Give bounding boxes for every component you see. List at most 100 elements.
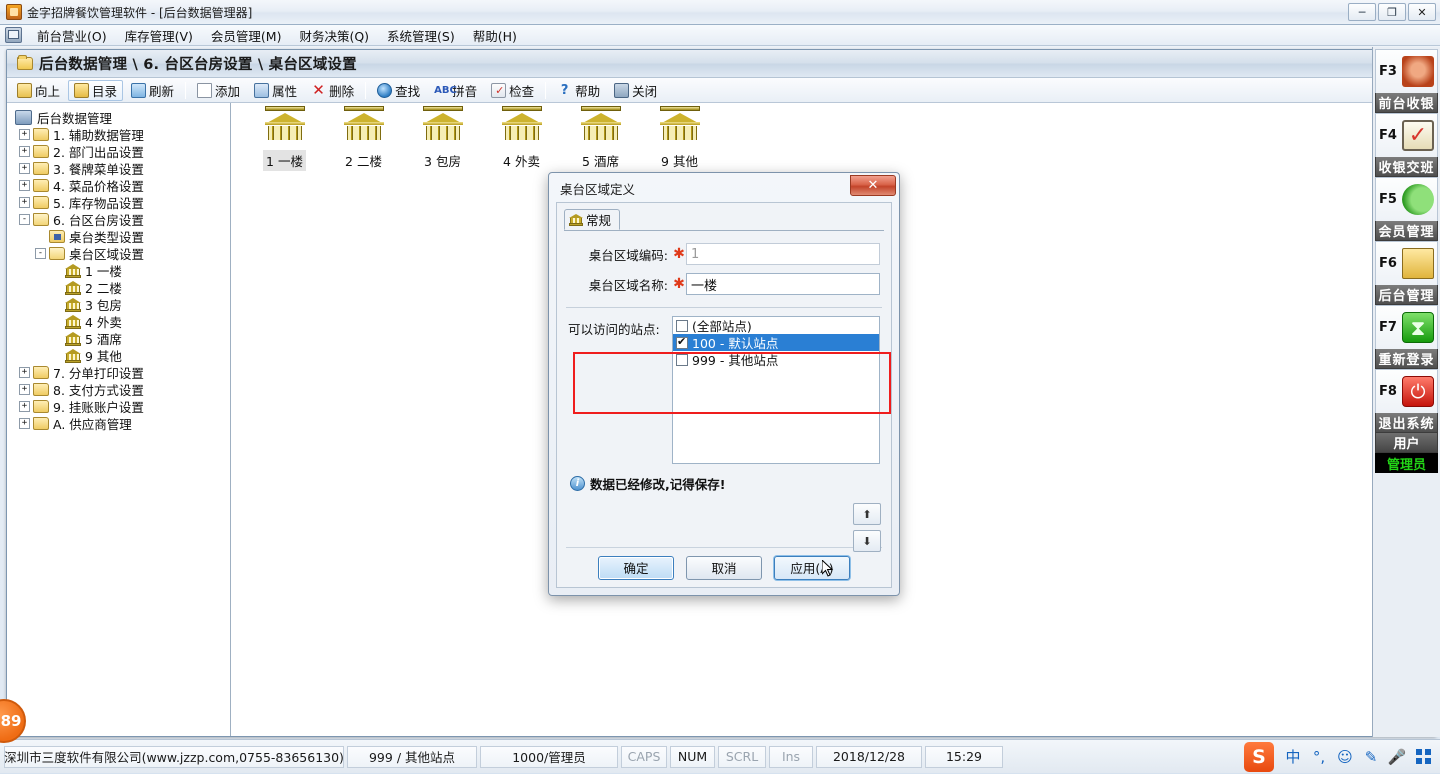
function-key-label[interactable]: 后台管理: [1375, 285, 1438, 305]
menu-item-finance[interactable]: 财务决策(Q): [290, 24, 378, 47]
tab-general[interactable]: 常规: [564, 209, 620, 230]
status-scrl: SCRL: [718, 746, 766, 768]
arrow-up-icon[interactable]: ⬆: [853, 503, 881, 525]
toolbar-button-check[interactable]: 检查: [485, 80, 540, 101]
function-key-button-f4[interactable]: F4: [1375, 113, 1438, 157]
field-label-code: 桌台区域编码:: [568, 245, 672, 264]
expand-icon[interactable]: +: [19, 129, 30, 140]
function-key-label[interactable]: 重新登录: [1375, 349, 1438, 369]
menu-item-help[interactable]: 帮助(H): [464, 24, 526, 47]
sogou-logo-icon[interactable]: S: [1244, 742, 1274, 772]
close-door-icon: [614, 83, 629, 98]
tree-node[interactable]: 2 二楼: [13, 279, 230, 296]
toolbar-button-help[interactable]: ? 帮助: [551, 80, 606, 101]
area-name-input[interactable]: [686, 273, 880, 295]
expand-icon[interactable]: +: [19, 180, 30, 191]
tree-node[interactable]: 桌台类型设置: [13, 228, 230, 245]
emoji-icon[interactable]: ☺: [1332, 744, 1358, 770]
toolbar-button-properties[interactable]: 属性: [248, 80, 303, 101]
toolbar-button-directory[interactable]: 目录: [68, 80, 123, 101]
tree-node[interactable]: +7. 分单打印设置: [13, 364, 230, 381]
cancel-button[interactable]: 取消: [686, 556, 762, 580]
function-key-label[interactable]: 收银交班: [1375, 157, 1438, 177]
list-item[interactable]: 9 其他: [640, 113, 719, 171]
microphone-icon[interactable]: 🎤: [1384, 744, 1410, 770]
tree-node[interactable]: -6. 台区台房设置: [13, 211, 230, 228]
toolbar-button-delete[interactable]: ✕ 删除: [305, 80, 360, 101]
list-item[interactable]: 1 一楼: [245, 113, 324, 171]
window-restore-button[interactable]: ❐: [1378, 3, 1406, 21]
tree-node[interactable]: +3. 餐牌菜单设置: [13, 160, 230, 177]
expand-icon[interactable]: +: [19, 197, 30, 208]
tree-node[interactable]: 5 酒席: [13, 330, 230, 347]
station-list-item[interactable]: 999 - 其他站点: [673, 351, 879, 368]
navigation-tree[interactable]: 后台数据管理 +1. 辅助数据管理+2. 部门出品设置+3. 餐牌菜单设置+4.…: [7, 103, 231, 736]
station-checkbox[interactable]: [676, 320, 688, 332]
toolbar-button-search[interactable]: 查找: [371, 80, 426, 101]
toolbar-button-add[interactable]: 添加: [191, 80, 246, 101]
tree-node[interactable]: 1 一楼: [13, 262, 230, 279]
function-key-button-f7[interactable]: F7: [1375, 305, 1438, 349]
mdi-system-icon[interactable]: [5, 27, 22, 43]
tree-node[interactable]: +2. 部门出品设置: [13, 143, 230, 160]
station-list-item[interactable]: (全部站点): [673, 317, 879, 334]
menu-item-members[interactable]: 会员管理(M): [202, 24, 291, 47]
toolbar-button-up[interactable]: 向上: [11, 80, 66, 101]
toolbar-button-pinyin[interactable]: ABC 拼音: [428, 80, 483, 101]
function-key-button-f6[interactable]: F6: [1375, 241, 1438, 285]
tree-node[interactable]: 9 其他: [13, 347, 230, 364]
station-list-item[interactable]: 100 - 默认站点: [673, 334, 879, 351]
toolbar-button-close[interactable]: 关闭: [608, 80, 663, 101]
apply-button[interactable]: 应用(A): [774, 556, 850, 580]
punctuation-icon[interactable]: °,: [1306, 744, 1332, 770]
expand-icon[interactable]: +: [19, 163, 30, 174]
menu-item-system[interactable]: 系统管理(S): [378, 24, 464, 47]
tree-node[interactable]: 3 包房: [13, 296, 230, 313]
tree-node[interactable]: 4 外卖: [13, 313, 230, 330]
menu-item-frontdesk[interactable]: 前台营业(O): [28, 24, 116, 47]
collapse-icon[interactable]: -: [19, 214, 30, 225]
ok-button[interactable]: 确定: [598, 556, 674, 580]
function-key-button-f5[interactable]: F5: [1375, 177, 1438, 221]
tree-node[interactable]: +8. 支付方式设置: [13, 381, 230, 398]
function-key-label[interactable]: 前台收银: [1375, 93, 1438, 113]
function-key-button-f8[interactable]: F8: [1375, 369, 1438, 413]
toolbox-grid-icon[interactable]: [1410, 744, 1436, 770]
list-item[interactable]: 2 二楼: [324, 113, 403, 171]
tree-node[interactable]: +5. 库存物品设置: [13, 194, 230, 211]
tree-spacer: [51, 316, 62, 327]
station-list[interactable]: (全部站点)100 - 默认站点999 - 其他站点: [672, 316, 880, 464]
station-checkbox[interactable]: [676, 354, 688, 366]
menu-item-inventory[interactable]: 库存管理(V): [116, 24, 202, 47]
pen-icon[interactable]: ✎: [1358, 744, 1384, 770]
collapse-icon[interactable]: -: [35, 248, 46, 259]
function-key-button-f3[interactable]: F3: [1375, 49, 1438, 93]
tree-root-node[interactable]: 后台数据管理: [13, 109, 230, 126]
list-item[interactable]: 3 包房: [403, 113, 482, 171]
expand-icon[interactable]: +: [19, 384, 30, 395]
area-code-input[interactable]: [686, 243, 880, 265]
toolbar-label: 查找: [395, 81, 420, 100]
arrow-down-icon[interactable]: ⬇: [853, 530, 881, 552]
tree-node[interactable]: + A. 供应商管理: [13, 415, 230, 432]
list-item[interactable]: 5 酒席: [561, 113, 640, 171]
expand-icon[interactable]: +: [19, 401, 30, 412]
tree-node[interactable]: +1. 辅助数据管理: [13, 126, 230, 143]
station-checkbox[interactable]: [676, 337, 688, 349]
expand-icon[interactable]: +: [19, 367, 30, 378]
expand-icon[interactable]: +: [19, 418, 30, 429]
function-key-label[interactable]: 会员管理: [1375, 221, 1438, 241]
window-close-button[interactable]: ✕: [1408, 3, 1436, 21]
tab-label: 常规: [586, 210, 611, 229]
window-minimize-button[interactable]: ─: [1348, 3, 1376, 21]
expand-icon[interactable]: +: [19, 146, 30, 157]
tree-node[interactable]: +4. 菜品价格设置: [13, 177, 230, 194]
tree-node[interactable]: +9. 挂账账户设置: [13, 398, 230, 415]
function-key-label[interactable]: 退出系统: [1375, 413, 1438, 433]
tree-node[interactable]: -桌台区域设置: [13, 245, 230, 262]
list-item[interactable]: 4 外卖: [482, 113, 561, 171]
toolbar-button-refresh[interactable]: 刷新: [125, 80, 180, 101]
dialog-close-button[interactable]: ✕: [850, 175, 896, 196]
tree-node-label: A. 供应商管理: [53, 414, 132, 433]
chinese-mode-icon[interactable]: 中: [1280, 744, 1306, 770]
